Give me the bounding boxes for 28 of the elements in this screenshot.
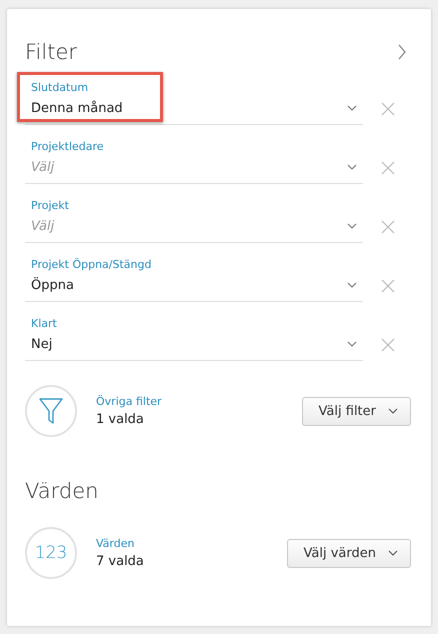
- close-icon[interactable]: [381, 338, 395, 352]
- caret-icon: [347, 105, 357, 111]
- caret-icon: [388, 550, 398, 556]
- select-field[interactable]: Projekt Välj: [25, 198, 363, 243]
- summary-label: Övriga filter: [96, 395, 163, 408]
- filter-icon: [25, 385, 77, 437]
- select-field[interactable]: Projekt Öppna/Stängd Öppna: [25, 257, 363, 302]
- close-icon[interactable]: [381, 102, 395, 116]
- section-title: Värden: [25, 479, 100, 503]
- number-icon: 123: [25, 527, 77, 579]
- select-field[interactable]: Klart Nej: [25, 316, 363, 361]
- caret-icon: [347, 282, 357, 288]
- caret-icon: [347, 341, 357, 347]
- chevron-right-icon[interactable]: [397, 44, 407, 60]
- summary-label: Värden: [96, 537, 136, 550]
- close-icon[interactable]: [381, 220, 395, 234]
- close-icon[interactable]: [381, 278, 395, 292]
- caret-icon: [347, 223, 357, 229]
- select-field[interactable]: Projektledare Välj: [25, 139, 363, 184]
- dropdown-button[interactable]: Välj filter: [302, 396, 411, 426]
- selected-count: 1 valda: [96, 412, 145, 427]
- dropdown-button[interactable]: Välj värden: [286, 538, 411, 568]
- select-field[interactable]: Slutdatum Denna månad: [25, 80, 363, 125]
- panel-title: Filter: [25, 40, 78, 64]
- close-icon[interactable]: [381, 160, 395, 174]
- caret-icon: [388, 408, 398, 414]
- selected-count: 7 valda: [96, 554, 145, 569]
- caret-icon: [347, 164, 357, 170]
